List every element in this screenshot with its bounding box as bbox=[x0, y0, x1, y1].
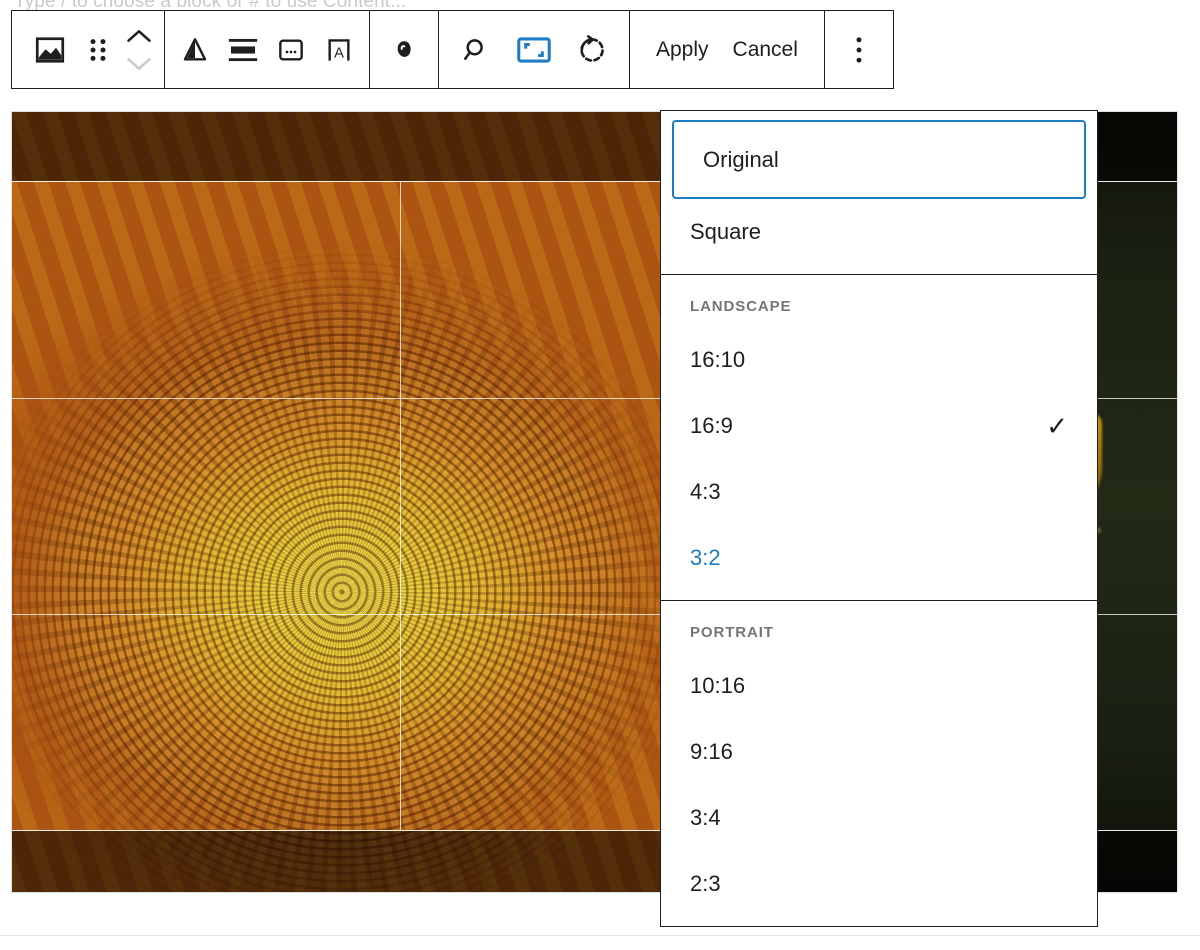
aspect-option-2-3[interactable]: 2:3✓ bbox=[661, 851, 1097, 917]
block-movers bbox=[122, 11, 156, 88]
aspect-ratio-dropdown[interactable]: Original✓Square✓ Landscape 16:10✓ 16:9 ✓ 4:3✓… bbox=[660, 110, 1098, 927]
drag-handle-button[interactable] bbox=[74, 11, 122, 88]
full-width-icon bbox=[226, 35, 260, 65]
svg-text:A: A bbox=[334, 45, 344, 61]
move-up-button[interactable] bbox=[122, 22, 156, 50]
aspect-option-16-10[interactable]: 16:10✓ bbox=[661, 327, 1097, 393]
align-button[interactable] bbox=[171, 11, 219, 88]
aspect-option-check-icon: ✓ bbox=[1046, 411, 1068, 441]
chevron-down-icon bbox=[125, 55, 153, 73]
toolbar-group-actions: Apply Cancel bbox=[630, 11, 825, 88]
full-width-button[interactable] bbox=[219, 11, 267, 88]
apply-button[interactable]: Apply bbox=[644, 11, 721, 88]
aspect-option-label: Original bbox=[703, 146, 779, 172]
aspect-option-16-9[interactable]: 16:9 ✓ bbox=[661, 393, 1097, 459]
image-icon bbox=[32, 32, 68, 68]
editor-bottom-rule bbox=[0, 935, 1200, 936]
rotate-button[interactable] bbox=[563, 11, 621, 88]
aspect-option-label: 9:16 bbox=[690, 739, 733, 764]
image-block-type-button[interactable] bbox=[26, 11, 74, 88]
toolbar-group-link bbox=[370, 11, 439, 88]
text-over-image-button[interactable]: A bbox=[315, 11, 363, 88]
aspect-option-original[interactable]: Original✓ bbox=[672, 120, 1086, 199]
aspect-section-label: Landscape bbox=[690, 298, 792, 315]
aspect-option-4-3[interactable]: 4:3✓ bbox=[661, 459, 1097, 525]
zoom-icon bbox=[460, 34, 492, 66]
more-options-button[interactable] bbox=[835, 11, 883, 88]
aspect-section-label: Portrait bbox=[690, 624, 774, 641]
aspect-option-9-16[interactable]: 9:16✓ bbox=[661, 719, 1097, 785]
chevron-up-icon bbox=[125, 27, 153, 45]
aspect-option-10-16[interactable]: 10:16✓ bbox=[661, 653, 1097, 719]
link-icon bbox=[387, 33, 421, 67]
aspect-option-label: 4:3 bbox=[690, 479, 721, 504]
toolbar-group-align: A bbox=[165, 11, 370, 88]
align-icon bbox=[179, 34, 211, 66]
move-down-button[interactable] bbox=[122, 50, 156, 78]
aspect-option-square[interactable]: Square✓ bbox=[661, 199, 1097, 265]
aspect-option-3-2[interactable]: 3:2✓ bbox=[661, 525, 1097, 591]
aspect-option-3-4[interactable]: 3:4✓ bbox=[661, 785, 1097, 851]
block-toolbar: A Apply Cancel bbox=[11, 10, 894, 89]
aspect-option-label: Square bbox=[690, 219, 761, 244]
text-over-image-icon: A bbox=[323, 34, 355, 66]
aspect-option-label: 3:4 bbox=[690, 805, 721, 830]
zoom-button[interactable] bbox=[447, 11, 505, 88]
cancel-button[interactable]: Cancel bbox=[721, 11, 810, 88]
drag-handle-icon bbox=[85, 35, 111, 65]
toolbar-group-block bbox=[12, 11, 165, 88]
rotate-icon bbox=[575, 33, 609, 67]
caption-icon bbox=[275, 34, 307, 66]
more-options-icon bbox=[854, 34, 864, 66]
crop-icon bbox=[516, 35, 552, 65]
aspect-option-label: 16:9 bbox=[690, 413, 733, 438]
aspect-section-default: Original✓Square✓ bbox=[661, 111, 1097, 274]
crop-button[interactable] bbox=[505, 11, 563, 88]
toolbar-group-image-tools bbox=[439, 11, 630, 88]
toolbar-group-more bbox=[825, 11, 893, 88]
aspect-option-label: 16:10 bbox=[690, 347, 746, 372]
link-button[interactable] bbox=[380, 11, 428, 88]
aspect-option-label: 10:16 bbox=[690, 673, 746, 698]
aspect-option-label: 3:2 bbox=[690, 545, 721, 570]
aspect-section-landscape: Landscape 16:10✓ 16:9 ✓ 4:3✓3:2✓ bbox=[661, 274, 1097, 600]
aspect-section-portrait: Portrait 10:16✓9:16✓3:4✓2:3✓ bbox=[661, 600, 1097, 926]
caption-button[interactable] bbox=[267, 11, 315, 88]
aspect-option-label: 2:3 bbox=[690, 871, 721, 896]
